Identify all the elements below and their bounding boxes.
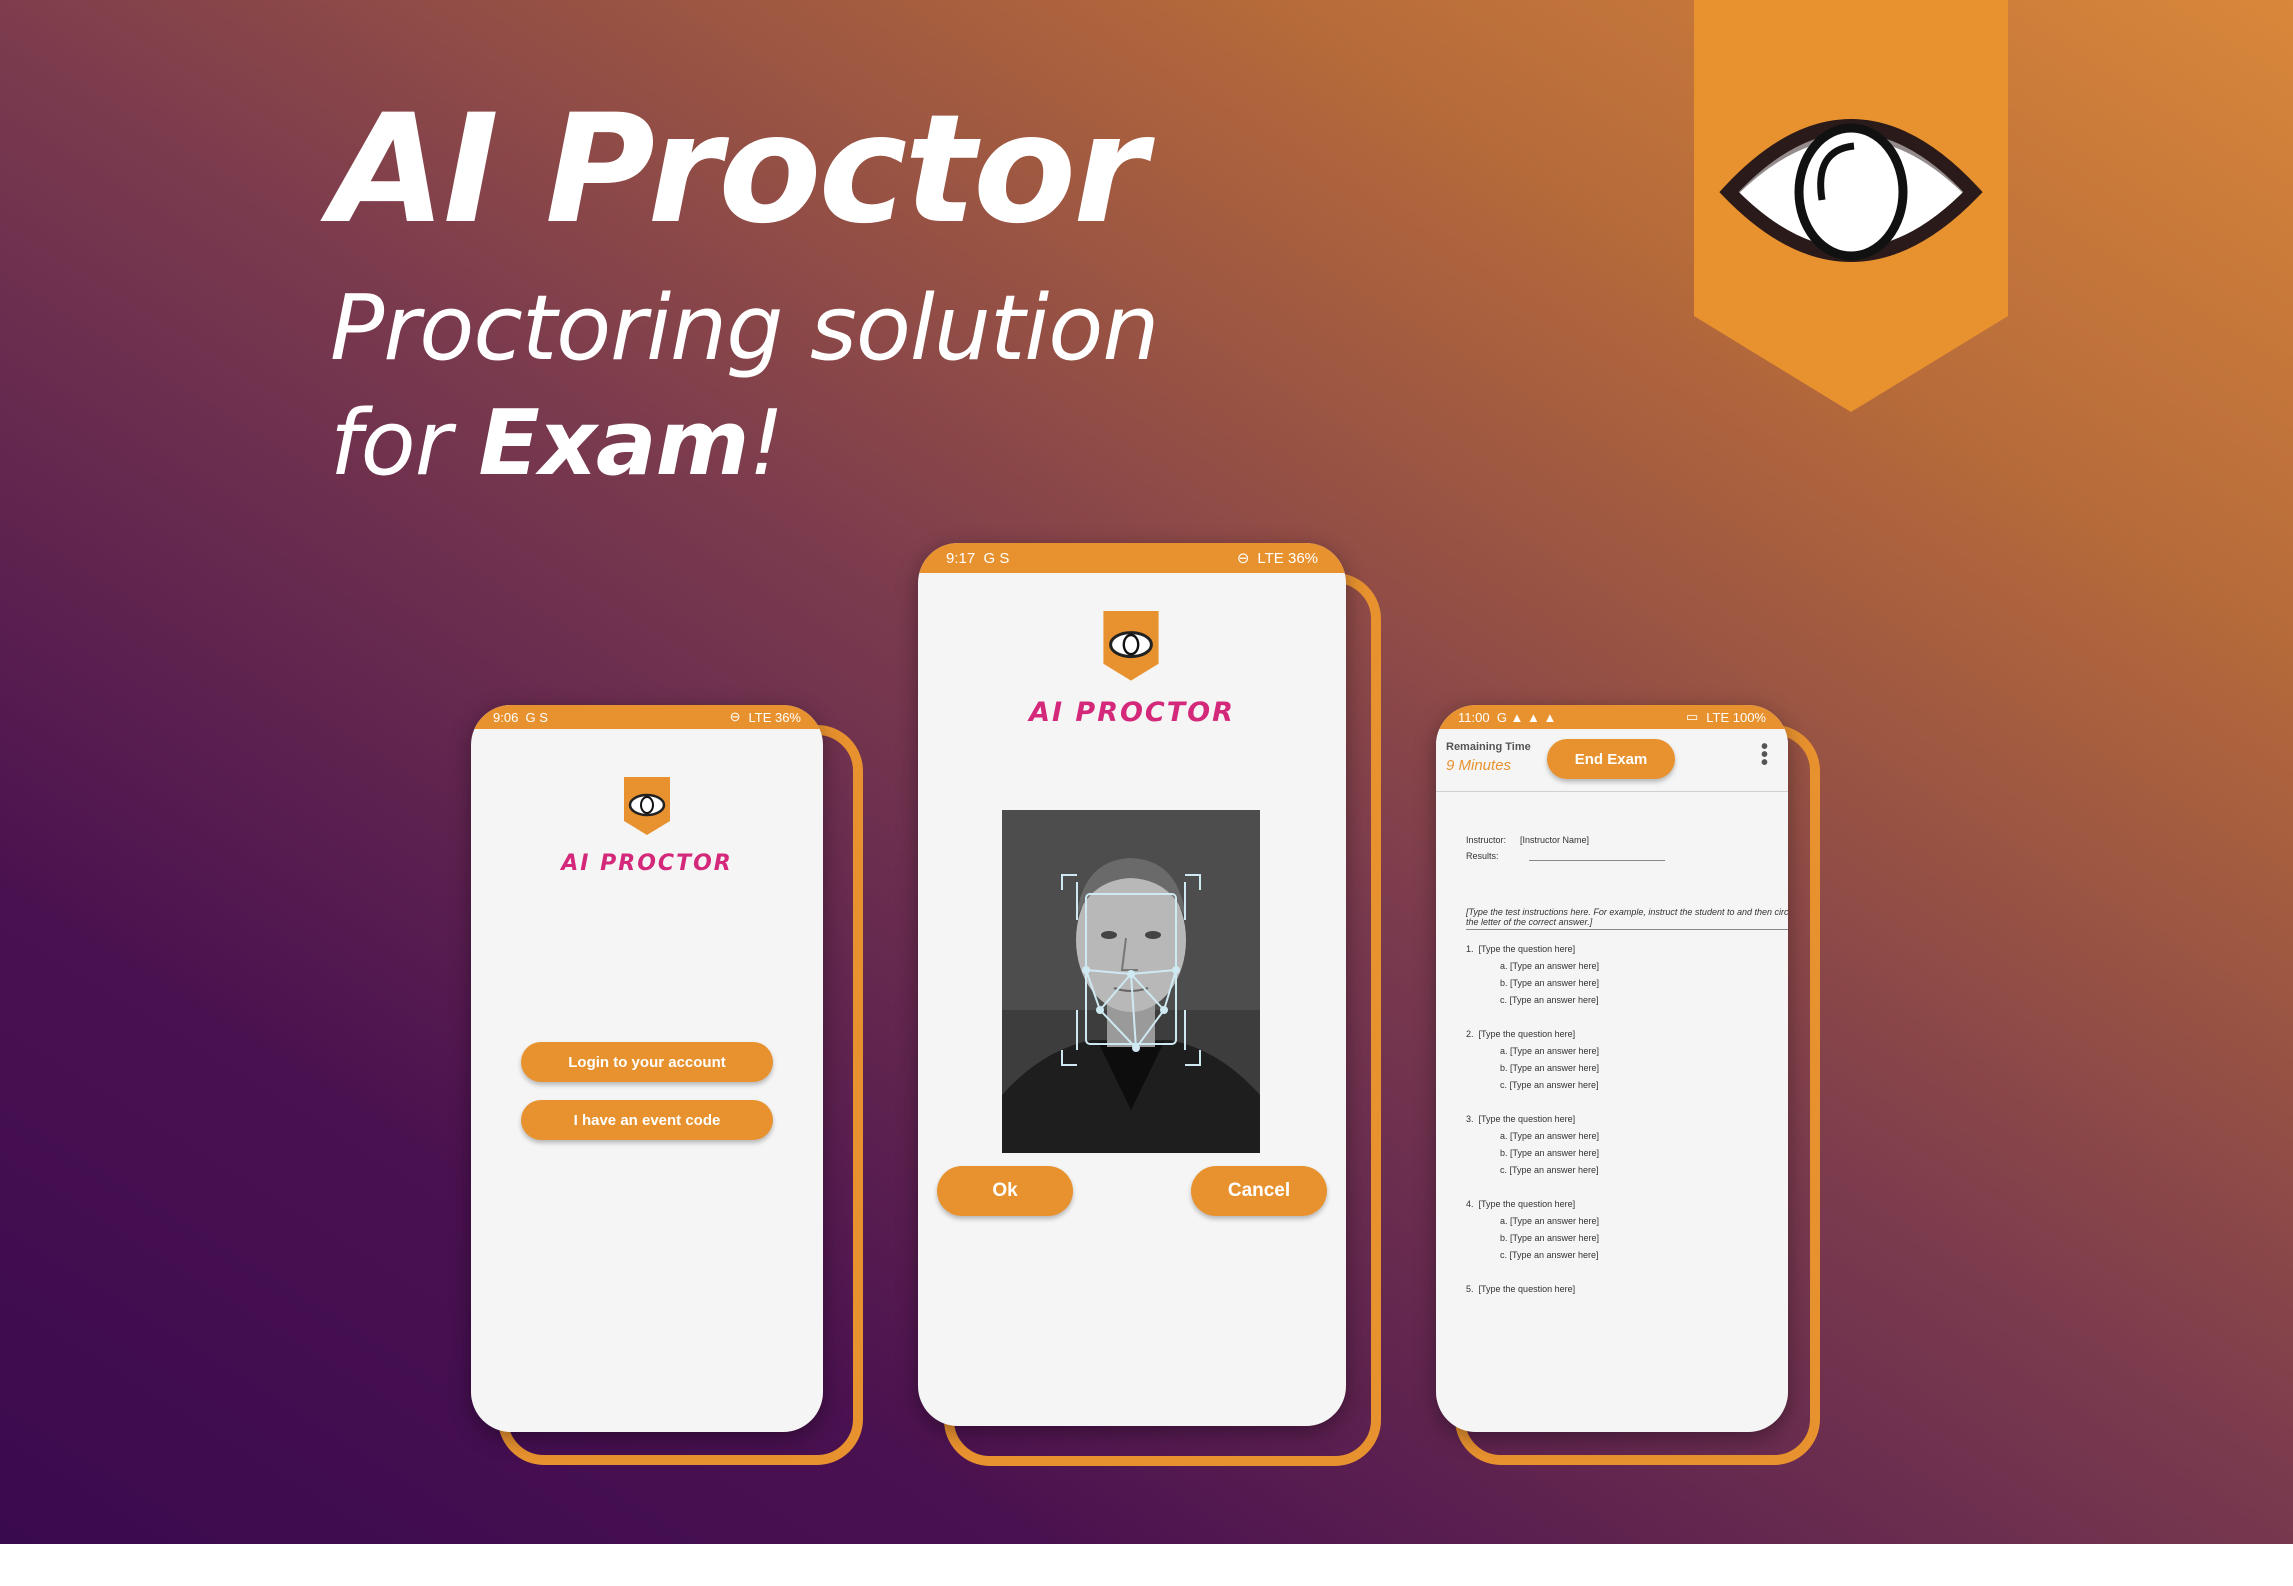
question-text: [Type the question here]	[1478, 944, 1576, 954]
more-vertical-icon[interactable]: • • •	[1761, 737, 1768, 773]
face-detection-overlay	[1002, 810, 1260, 1153]
subtitle-bold: Exam	[478, 391, 749, 497]
eye-icon	[1694, 0, 2008, 412]
status-notification-icons: G ▲ ▲ ▲	[1496, 709, 1557, 725]
brand-name: AI PROCTOR	[561, 851, 733, 876]
question-text: [Type the question here]	[1478, 1284, 1576, 1294]
status-right: LTE 36%	[1257, 549, 1318, 567]
subtitle-prefix: for	[330, 391, 479, 497]
answer-option[interactable]: b. [Type an answer here]	[1500, 1148, 1788, 1158]
app-logo-icon	[1103, 611, 1159, 681]
question-number: 1.	[1466, 944, 1474, 954]
answer-option[interactable]: b. [Type an answer here]	[1500, 1233, 1788, 1243]
status-time: 9:06	[493, 709, 519, 725]
answer-option[interactable]: c. [Type an answer here]	[1500, 995, 1788, 1005]
headline: AI Proctor Proctoring solution for Exam!	[330, 83, 1159, 501]
question-1: 1. [Type the question here] a. [Type an …	[1466, 944, 1788, 1005]
answer-option[interactable]: a. [Type an answer here]	[1500, 1216, 1788, 1226]
question-text: [Type the question here]	[1478, 1114, 1576, 1124]
status-bar: 11:00 G ▲ ▲ ▲ ▭ LTE 100%	[1436, 705, 1788, 729]
phone-face-screen: 9:17 G S ⊖ LTE 36% AI PROCTOR Ok Cancel	[918, 543, 1346, 1426]
results-label: Results:	[1466, 851, 1499, 861]
status-right: LTE 36%	[748, 709, 801, 725]
phone-login-screen: 9:06 G S ⊖ LTE 36% AI PROCTOR Login to yo…	[471, 705, 823, 1432]
exam-document: Instructor: [Instructor Name] Results: [T…	[1466, 835, 1788, 1294]
answer-option[interactable]: c. [Type an answer here]	[1500, 1080, 1788, 1090]
status-bar: 9:06 G S ⊖ LTE 36%	[471, 705, 823, 729]
question-text: [Type the question here]	[1478, 1199, 1576, 1209]
subtitle: Proctoring solution for Exam!	[330, 271, 1159, 501]
results-line	[1528, 851, 1665, 861]
question-number: 4.	[1466, 1199, 1474, 1209]
answer-option[interactable]: c. [Type an answer here]	[1500, 1165, 1788, 1175]
remaining-time-label: Remaining Time	[1446, 741, 1531, 753]
question-number: 5.	[1466, 1284, 1474, 1294]
instructions-text: [Type the test instructions here. For ex…	[1466, 907, 1788, 930]
face-scan-image	[1002, 810, 1260, 1153]
status-bar: 9:17 G S ⊖ LTE 36%	[918, 543, 1346, 573]
end-exam-button[interactable]: End Exam	[1547, 739, 1675, 779]
question-number: 2.	[1466, 1029, 1474, 1039]
ok-button[interactable]: Ok	[937, 1166, 1073, 1216]
question-text: [Type the question here]	[1478, 1029, 1576, 1039]
cancel-button[interactable]: Cancel	[1191, 1166, 1327, 1216]
answer-option[interactable]: c. [Type an answer here]	[1500, 1250, 1788, 1260]
answer-option[interactable]: a. [Type an answer here]	[1500, 1131, 1788, 1141]
answer-option[interactable]: b. [Type an answer here]	[1500, 978, 1788, 988]
question-5: 5. [Type the question here]	[1466, 1284, 1788, 1294]
answer-option[interactable]: a. [Type an answer here]	[1500, 1046, 1788, 1056]
question-4: 4. [Type the question here] a. [Type an …	[1466, 1199, 1788, 1260]
instructor-value: [Instructor Name]	[1520, 835, 1590, 845]
status-notification-icons: G S	[525, 709, 548, 725]
event-code-button[interactable]: I have an event code	[521, 1100, 773, 1140]
dnd-icon: ⊖	[729, 709, 741, 724]
subtitle-line-2: for Exam!	[330, 386, 1158, 501]
question-2: 2. [Type the question here] a. [Type an …	[1466, 1029, 1788, 1090]
brand-name: AI PROCTOR	[1029, 697, 1235, 728]
remaining-time-value: 9 Minutes	[1446, 757, 1512, 774]
app-logo-icon	[624, 777, 670, 835]
question-number: 3.	[1466, 1114, 1474, 1124]
instructor-label: Instructor:	[1466, 835, 1507, 845]
answer-option[interactable]: b. [Type an answer here]	[1500, 1063, 1788, 1073]
page-title: AI Proctor	[330, 83, 1147, 257]
phone-exam-screen: 11:00 G ▲ ▲ ▲ ▭ LTE 100% Remaining Time 9…	[1436, 705, 1788, 1432]
status-time: 9:17	[946, 549, 976, 567]
dnd-icon: ⊖	[1236, 550, 1250, 567]
exam-header: Remaining Time 9 Minutes End Exam • • •	[1436, 729, 1788, 792]
question-3: 3. [Type the question here] a. [Type an …	[1466, 1114, 1788, 1175]
status-right: LTE 100%	[1706, 709, 1766, 725]
status-notification-icons: G S	[983, 549, 1010, 567]
status-time: 11:00	[1458, 709, 1490, 725]
cast-icon: ▭	[1685, 709, 1699, 724]
subtitle-line-1: Proctoring solution	[330, 276, 1159, 381]
login-button[interactable]: Login to your account	[521, 1042, 773, 1082]
answer-option[interactable]: a. [Type an answer here]	[1500, 961, 1788, 971]
subtitle-suffix: !	[748, 391, 784, 497]
